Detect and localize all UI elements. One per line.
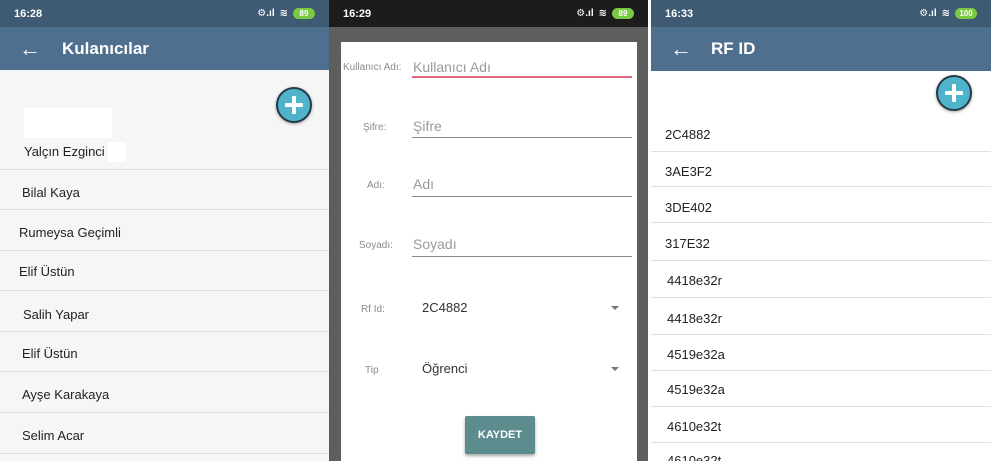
divider: [0, 412, 329, 413]
rfid-item[interactable]: 4610e32t: [667, 419, 991, 434]
user-item[interactable]: Elif Üstün: [19, 264, 329, 279]
username-field[interactable]: Kullanıcı Adı: [413, 59, 491, 75]
status-time: 16:29: [343, 7, 372, 20]
divider: [0, 290, 329, 291]
rfid-item[interactable]: 2C4882: [665, 127, 991, 142]
signal-icon: ⚙.ıl: [919, 8, 937, 19]
type-label: Tip: [365, 365, 379, 376]
divider: [651, 442, 991, 443]
wifi-icon: ≋: [279, 8, 288, 19]
username-label: Kullanıcı Adı:: [343, 62, 402, 73]
divider: [651, 297, 991, 298]
user-item[interactable]: Yalçın Ezginci: [24, 144, 329, 159]
name-label: Adı:: [367, 180, 385, 191]
divider: [651, 370, 991, 371]
divider: [0, 250, 329, 251]
back-arrow-icon[interactable]: ←: [18, 36, 42, 62]
signal-icon: ⚙.ıl: [576, 8, 594, 19]
wifi-icon: ≋: [941, 8, 950, 19]
divider: [651, 222, 991, 223]
blank-list-item: [24, 108, 112, 138]
users-screen: 16:28 ⚙.ıl ≋ 89 ← Kulanıcılar Yalçın Ezg…: [0, 0, 329, 461]
name-underline: [412, 196, 632, 197]
status-bar: 16:33 ⚙.ıl ≋ 100: [651, 0, 991, 27]
divider: [651, 151, 991, 152]
surname-underline: [412, 256, 632, 257]
battery-icon: 100: [955, 8, 977, 19]
divider: [0, 209, 329, 210]
wifi-icon: ≋: [598, 8, 607, 19]
status-time: 16:28: [14, 7, 43, 20]
add-user-screen: 16:29 ⚙.ıl ≋ 89 Kullanıcı Adı: Kullanıcı…: [329, 0, 648, 461]
password-field[interactable]: Şifre: [413, 118, 442, 134]
name-field[interactable]: Adı: [413, 176, 434, 192]
status-time: 16:33: [665, 7, 694, 20]
password-underline: [412, 137, 632, 138]
password-label: Şifre:: [363, 122, 387, 133]
user-item[interactable]: Elif Üstün: [22, 346, 329, 361]
user-form-dialog: Kullanıcı Adı: Kullanıcı Adı Şifre: Şifr…: [341, 42, 637, 461]
add-user-button[interactable]: [276, 87, 312, 123]
page-title: Kulanıcılar: [62, 38, 149, 58]
surname-label: Soyadı:: [359, 240, 393, 251]
divider: [0, 453, 329, 454]
app-bar: ← RF ID: [651, 27, 991, 71]
rfid-item[interactable]: 3AE3F2: [665, 164, 991, 179]
rfid-screen: 16:33 ⚙.ıl ≋ 100 ← RF ID 2C4882 3AE3F2 3…: [651, 0, 991, 461]
rfid-spinner[interactable]: 2C4882: [422, 300, 468, 315]
battery-icon: 89: [612, 8, 634, 19]
rfid-label: Rf Id:: [361, 304, 385, 315]
status-bar: 16:29 ⚙.ıl ≋ 89: [329, 0, 648, 27]
divider: [0, 331, 329, 332]
add-rfid-button[interactable]: [936, 75, 972, 111]
divider: [0, 169, 329, 170]
type-dropdown-arrow-icon[interactable]: [611, 367, 619, 371]
rfid-item[interactable]: 4610e32t: [667, 453, 991, 461]
type-spinner[interactable]: Öğrenci: [422, 361, 468, 376]
divider: [651, 260, 991, 261]
user-item[interactable]: Selim Acar: [22, 428, 329, 443]
divider: [651, 406, 991, 407]
user-item[interactable]: Ayşe Karakaya: [22, 387, 329, 402]
battery-icon: 89: [293, 8, 315, 19]
status-bar: 16:28 ⚙.ıl ≋ 89: [0, 0, 329, 27]
surname-field[interactable]: Soyadı: [413, 236, 457, 252]
rfid-item[interactable]: 4519e32a: [667, 382, 991, 397]
divider: [651, 186, 991, 187]
user-item[interactable]: Bilal Kaya: [22, 185, 329, 200]
rfid-item[interactable]: 3DE402: [665, 200, 991, 215]
user-item[interactable]: Rumeysa Geçimli: [19, 225, 329, 240]
rfid-item[interactable]: 4519e32a: [667, 347, 991, 362]
divider: [0, 371, 329, 372]
app-bar: ← Kulanıcılar: [0, 27, 329, 70]
divider: [651, 334, 991, 335]
page-title: RF ID: [711, 39, 756, 58]
rfid-dropdown-arrow-icon[interactable]: [611, 306, 619, 310]
rfid-item[interactable]: 4418e32r: [667, 273, 991, 288]
rfid-item[interactable]: 4418e32r: [667, 311, 991, 326]
save-button[interactable]: KAYDET: [465, 416, 535, 454]
signal-icon: ⚙.ıl: [257, 8, 275, 19]
rfid-item[interactable]: 317E32: [665, 236, 991, 251]
user-item[interactable]: Salih Yapar: [23, 307, 329, 322]
back-arrow-icon[interactable]: ←: [669, 36, 693, 62]
blank-box: [108, 142, 126, 162]
username-underline: [412, 76, 632, 78]
